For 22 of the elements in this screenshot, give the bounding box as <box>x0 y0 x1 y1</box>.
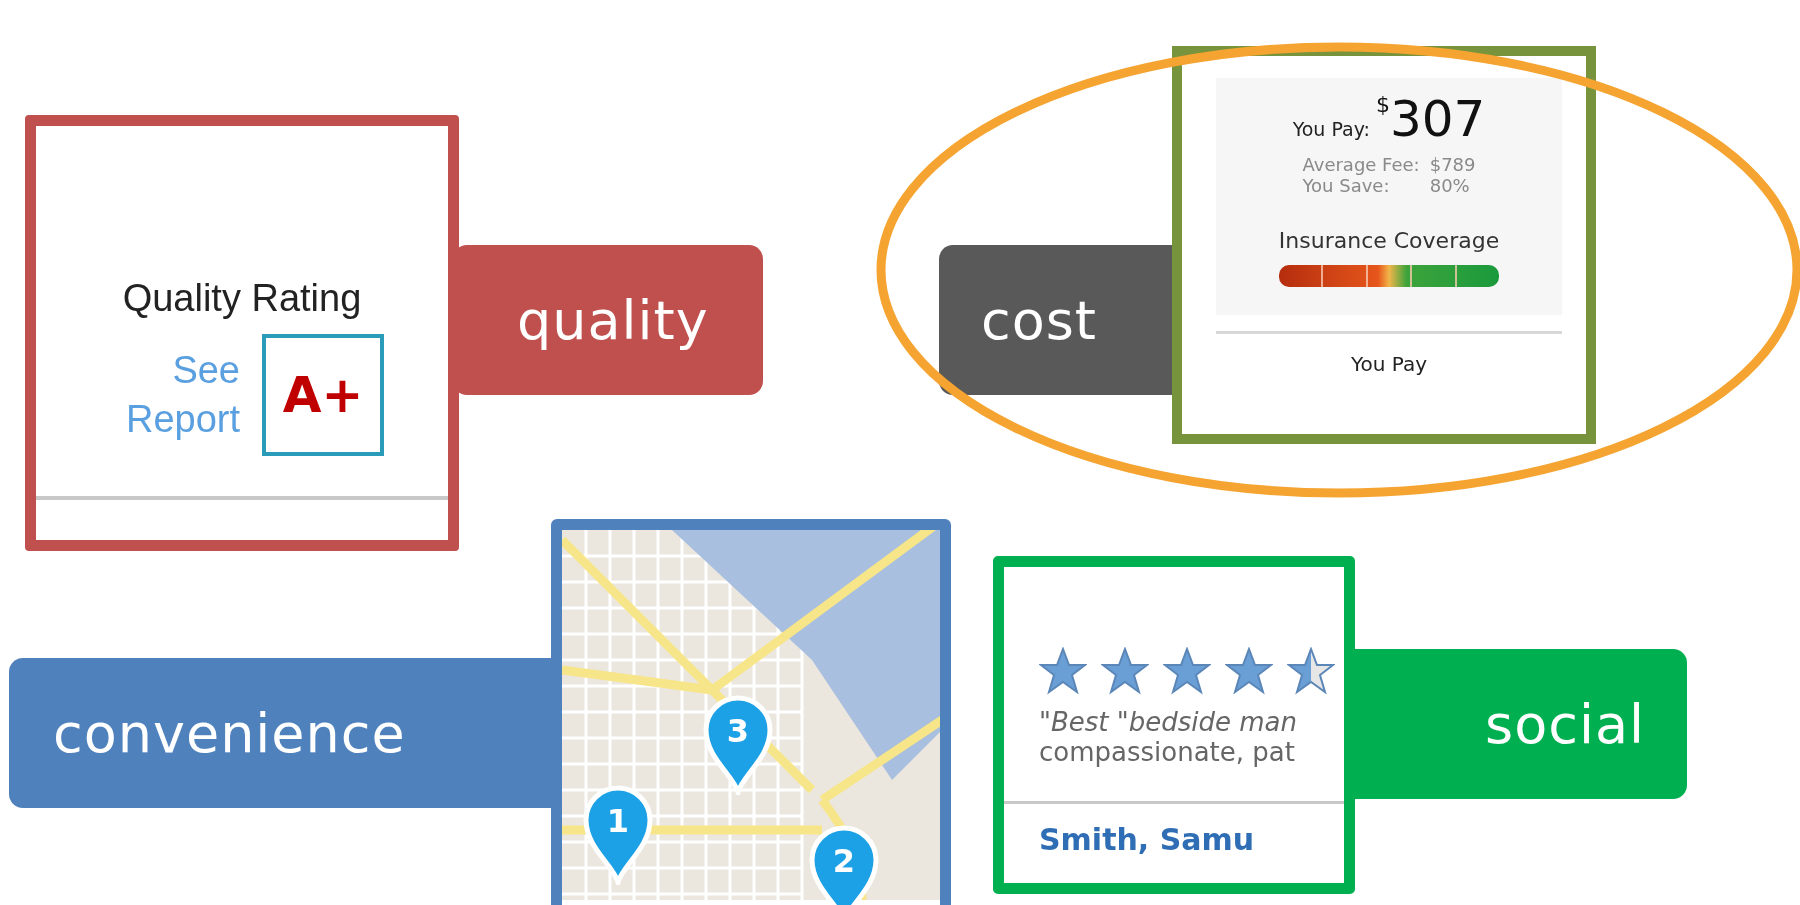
star-icon <box>1101 647 1149 695</box>
map-pin[interactable]: 1 <box>583 785 653 885</box>
doctor-name-link[interactable]: Smith, Samu <box>1039 822 1344 857</box>
review-text: compassionate, pat <box>1039 737 1296 767</box>
star-icon <box>1287 647 1335 695</box>
map-pin[interactable]: 2 <box>809 825 879 905</box>
average-fee-label: Average Fee: <box>1302 154 1420 175</box>
star-icon <box>1225 647 1273 695</box>
insurance-coverage-heading: Insurance Coverage <box>1278 228 1500 253</box>
price-amount: $^{$}$307 <box>1375 90 1486 148</box>
you-save-value: 80% <box>1429 175 1471 196</box>
star-icon <box>1039 647 1087 695</box>
map-pin[interactable]: 3 <box>703 695 773 795</box>
grade-badge: A+ <box>262 334 384 456</box>
see-report-link[interactable]: See Report <box>100 345 240 445</box>
you-pay-label: You Pay: <box>1292 118 1370 140</box>
you-pay-label: You Pay <box>1350 352 1428 376</box>
quality-heading: Quality Rating <box>122 277 362 320</box>
review-text: "Best "bedside man <box>1039 707 1299 737</box>
star-icon <box>1163 647 1211 695</box>
average-fee-value: $789 <box>1429 154 1476 175</box>
you-save-label: You Save: <box>1302 175 1391 196</box>
